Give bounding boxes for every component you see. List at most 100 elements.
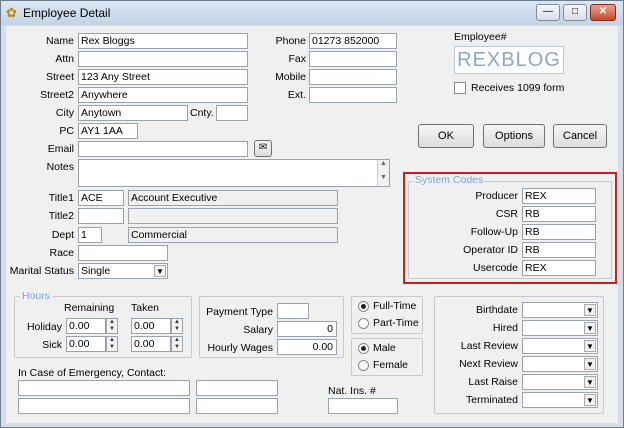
chevron-down-icon[interactable]: ▼	[584, 304, 596, 316]
marital-status-select[interactable]: Single ▼	[78, 263, 168, 279]
form-client-area: Name Rex Bloggs Attn Street 123 Any Stre…	[6, 26, 618, 423]
fax-label: Fax	[288, 53, 306, 65]
emergency-contact-label: In Case of Emergency, Contact:	[18, 367, 167, 379]
sick-remaining-field[interactable]: 0.00	[66, 336, 106, 352]
sick-taken-spinner[interactable]: ▲ ▼	[171, 336, 183, 352]
holiday-taken-field[interactable]: 0.00	[131, 318, 171, 334]
title2-label: Title2	[48, 210, 74, 222]
street-field[interactable]: 123 Any Street	[78, 69, 248, 85]
parttime-label: Part-Time	[373, 317, 419, 329]
sick-label: Sick	[42, 339, 62, 351]
producer-label: Producer	[475, 190, 518, 202]
receives-1099-checkbox[interactable]	[454, 82, 466, 94]
sick-taken-field[interactable]: 0.00	[131, 336, 171, 352]
email-label: Email	[47, 143, 74, 155]
fax-field[interactable]	[309, 51, 397, 67]
follow-up-field[interactable]: RB	[522, 224, 596, 240]
holiday-remaining-field[interactable]: 0.00	[66, 318, 106, 334]
street2-field[interactable]: Anywhere	[78, 87, 248, 103]
taken-label: Taken	[131, 302, 160, 314]
hired-label: Hired	[492, 322, 518, 334]
operator-id-field[interactable]: RB	[522, 242, 596, 258]
female-radio[interactable]	[358, 360, 369, 371]
title2-code-field[interactable]	[78, 208, 124, 224]
phone-field[interactable]: 01273 852000	[309, 33, 397, 49]
hourly-wages-field[interactable]: 0.00	[277, 339, 337, 355]
cancel-button[interactable]: Cancel	[553, 124, 607, 148]
maximize-button[interactable]: □	[563, 4, 587, 21]
street2-label: Street2	[40, 89, 74, 101]
last-review-select[interactable]: ▼	[522, 338, 598, 354]
email-send-icon[interactable]: ✉	[254, 140, 272, 157]
salary-label: Salary	[243, 324, 273, 336]
follow-up-label: Follow-Up	[470, 226, 518, 238]
chevron-down-icon[interactable]: ▼	[584, 322, 596, 334]
race-field[interactable]	[78, 245, 168, 261]
app-icon: ✿	[6, 5, 17, 20]
system-codes-title: System Codes	[413, 174, 486, 186]
holiday-label: Holiday	[26, 321, 62, 333]
birthdate-select[interactable]: ▼	[522, 302, 598, 318]
hired-select[interactable]: ▼	[522, 320, 598, 336]
nat-ins-field[interactable]	[328, 398, 398, 414]
ext-field[interactable]	[309, 87, 397, 103]
terminated-label: Terminated	[466, 394, 518, 406]
birthdate-label: Birthdate	[475, 304, 518, 316]
mobile-field[interactable]	[309, 69, 397, 85]
city-field[interactable]: Anytown	[78, 105, 188, 121]
street-label: Street	[45, 71, 74, 83]
title2-description	[128, 208, 338, 224]
terminated-select[interactable]: ▼	[522, 392, 598, 408]
male-label: Male	[373, 342, 396, 354]
window-title: Employee Detail	[23, 6, 111, 20]
dept-code-field[interactable]: 1	[78, 227, 102, 243]
notes-label: Notes	[46, 161, 74, 173]
salary-field[interactable]: 0	[277, 321, 337, 337]
sick-remaining-spinner[interactable]: ▲ ▼	[106, 336, 118, 352]
chevron-down-icon[interactable]: ▼	[584, 394, 596, 406]
holiday-remaining-spinner[interactable]: ▲ ▼	[106, 318, 118, 334]
hourly-wages-label: Hourly Wages	[207, 342, 273, 354]
male-radio[interactable]	[358, 343, 369, 354]
hours-title: Hours	[20, 290, 53, 302]
email-field[interactable]	[78, 141, 248, 157]
attn-field[interactable]	[78, 51, 248, 67]
chevron-down-icon[interactable]: ▼	[154, 265, 166, 277]
title-bar: ✿ Employee Detail — □ ✕	[1, 1, 623, 25]
csr-label: CSR	[495, 208, 518, 220]
pc-label: PC	[59, 125, 74, 137]
city-label: City	[55, 107, 74, 119]
employee-number-value: REXBLOG	[454, 46, 564, 74]
payment-type-field[interactable]	[277, 303, 309, 319]
options-button[interactable]: Options	[483, 124, 545, 148]
usercode-field[interactable]: REX	[522, 260, 596, 276]
minimize-button[interactable]: —	[536, 4, 560, 21]
ok-button[interactable]: OK	[418, 124, 474, 148]
emergency-contact-phone-2[interactable]	[196, 398, 278, 414]
producer-field[interactable]: REX	[522, 188, 596, 204]
notes-textarea[interactable]: ▲ ▼	[78, 159, 390, 187]
fulltime-radio[interactable]	[358, 301, 369, 312]
last-raise-select[interactable]: ▼	[522, 374, 598, 390]
emergency-contact-name-2[interactable]	[18, 398, 190, 414]
parttime-radio[interactable]	[358, 318, 369, 329]
ext-label: Ext.	[287, 89, 306, 101]
emergency-contact-name-1[interactable]	[18, 380, 190, 396]
receives-1099-label: Receives 1099 form	[471, 82, 565, 94]
dept-label: Dept	[51, 229, 74, 241]
chevron-down-icon[interactable]: ▼	[584, 358, 596, 370]
notes-scrollbar[interactable]: ▲ ▼	[377, 160, 389, 186]
pc-field[interactable]: AY1 1AA	[78, 123, 138, 139]
close-button[interactable]: ✕	[590, 4, 616, 21]
remaining-label: Remaining	[64, 302, 115, 314]
csr-field[interactable]: RB	[522, 206, 596, 222]
chevron-down-icon[interactable]: ▼	[584, 376, 596, 388]
title1-code-field[interactable]: ACE	[78, 190, 124, 206]
cnty-field[interactable]	[216, 105, 248, 121]
chevron-down-icon[interactable]: ▼	[584, 340, 596, 352]
name-field[interactable]: Rex Bloggs	[78, 33, 248, 49]
dept-description: Commercial	[128, 227, 338, 243]
emergency-contact-phone-1[interactable]	[196, 380, 278, 396]
next-review-select[interactable]: ▼	[522, 356, 598, 372]
holiday-taken-spinner[interactable]: ▲ ▼	[171, 318, 183, 334]
